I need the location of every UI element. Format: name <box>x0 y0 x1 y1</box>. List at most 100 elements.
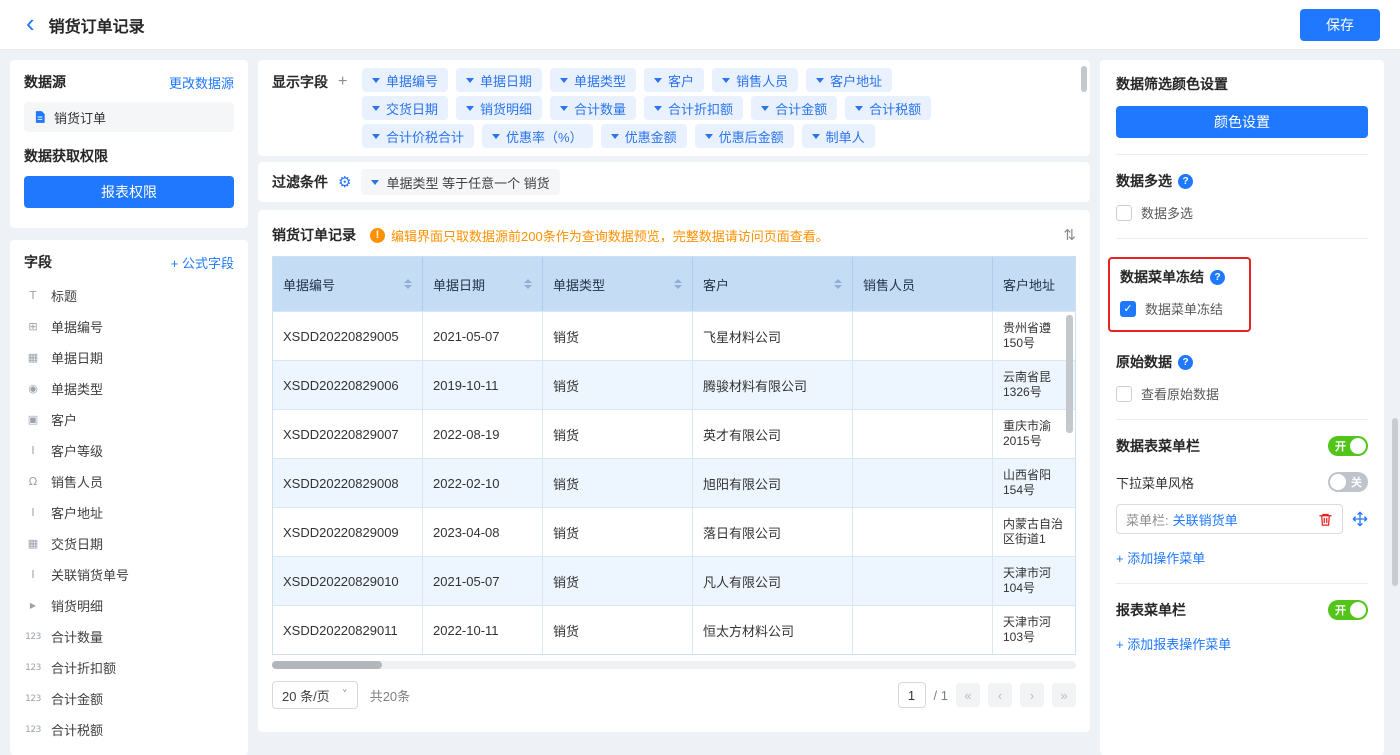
menu-freeze-title: 数据菜单冻结 <box>1120 267 1204 287</box>
help-icon[interactable]: ? <box>1210 270 1225 285</box>
help-icon[interactable]: ? <box>1178 174 1193 189</box>
column-header-type[interactable]: 单据类型 <box>543 257 693 311</box>
display-field-chip[interactable]: 交货日期 <box>362 96 448 120</box>
field-item-salesperson[interactable]: Ω销售人员 <box>24 466 234 497</box>
display-field-chip[interactable]: 合计金额 <box>751 96 837 120</box>
display-field-chip[interactable]: 合计税额 <box>845 96 931 120</box>
menu-item-field[interactable]: 菜单栏: 关联销货单 <box>1116 504 1343 534</box>
datasource-panel: 数据源 更改数据源 销货订单 数据获取权限 报表权限 <box>10 60 248 228</box>
display-field-chip[interactable]: 客户地址 <box>806 68 892 92</box>
display-field-chip[interactable]: 优惠率（%） <box>482 124 593 148</box>
display-field-chip[interactable]: 客户 <box>644 68 704 92</box>
change-datasource-link[interactable]: 更改数据源 <box>169 73 234 92</box>
field-item-total-qty[interactable]: 123合计数量 <box>24 621 234 652</box>
filter-condition-chip[interactable]: 单据类型 等于任意一个 销货 <box>361 169 559 195</box>
checkbox-unchecked[interactable] <box>1116 386 1132 402</box>
multi-select-checkbox-row[interactable]: 数据多选 <box>1116 203 1368 222</box>
sort-order-icon[interactable]: ⇅ <box>1063 226 1076 244</box>
cell-address: 重庆市渝 2015号 <box>993 410 1075 458</box>
gear-icon[interactable]: ⚙ <box>338 173 351 191</box>
add-display-field-button[interactable]: + <box>338 73 347 91</box>
checkbox-checked[interactable]: ✓ <box>1120 301 1136 317</box>
horizontal-scrollbar[interactable] <box>272 661 1076 669</box>
column-header-customer[interactable]: 客户 <box>693 257 853 311</box>
table-row[interactable]: XSDD20220829010 2021-05-07 销货 凡人有限公司 天津市… <box>273 556 1075 605</box>
field-item-total-tax[interactable]: 123合计税额 <box>24 714 234 745</box>
add-report-action-menu-link[interactable]: + 添加报表操作菜单 <box>1116 634 1231 653</box>
scrollbar-thumb[interactable] <box>272 661 382 669</box>
display-field-chip[interactable]: 合计折扣额 <box>644 96 743 120</box>
color-settings-button[interactable]: 颜色设置 <box>1116 106 1368 138</box>
add-formula-field-link[interactable]: + 公式字段 <box>171 253 234 272</box>
table-row[interactable]: XSDD20220829009 2023-04-08 销货 落日有限公司 内蒙古… <box>273 507 1075 556</box>
cell-address: 天津市河 104号 <box>993 557 1075 605</box>
display-field-chip[interactable]: 优惠金额 <box>601 124 687 148</box>
next-page-button[interactable]: › <box>1020 683 1044 707</box>
report-menu-bar-toggle[interactable]: 开 <box>1328 600 1368 620</box>
display-field-chip[interactable]: 优惠后金额 <box>695 124 794 148</box>
report-permission-button[interactable]: 报表权限 <box>24 176 234 208</box>
page-scrollbar[interactable] <box>1392 418 1398 586</box>
prev-page-button[interactable]: ‹ <box>988 683 1012 707</box>
data-table: 单据编号 单据日期 单据类型 客户 销售人员 客户地址 XSDD20220829… <box>272 256 1076 655</box>
menu-freeze-checkbox-row[interactable]: ✓ 数据菜单冻结 <box>1120 299 1225 318</box>
first-page-button[interactable]: « <box>956 683 980 707</box>
table-row[interactable]: XSDD20220829005 2021-05-07 销货 飞星材料公司 贵州省… <box>273 311 1075 360</box>
field-item-customer[interactable]: ▣客户 <box>24 404 234 435</box>
text-icon: I <box>24 506 42 519</box>
field-item-doc-number[interactable]: ⊞单据编号 <box>24 311 234 342</box>
display-field-chip[interactable]: 单据编号 <box>362 68 448 92</box>
page-size-select[interactable]: 20 条/页 ˅ <box>272 681 358 709</box>
table-row[interactable]: XSDD20220829008 2022-02-10 销货 旭阳有限公司 山西省… <box>273 458 1075 507</box>
field-item-total-discount[interactable]: 123合计折扣额 <box>24 652 234 683</box>
checkbox-unchecked[interactable] <box>1116 205 1132 221</box>
field-item-total-amount[interactable]: 123合计金额 <box>24 683 234 714</box>
datasource-item[interactable]: 销货订单 <box>24 102 234 132</box>
move-icon[interactable] <box>1352 511 1368 527</box>
field-item-sales-detail[interactable]: ▶销货明细 <box>24 590 234 621</box>
add-action-menu-link[interactable]: + 添加操作菜单 <box>1116 548 1205 567</box>
help-icon[interactable]: ? <box>1178 355 1193 370</box>
field-item-customer-level[interactable]: I客户等级 <box>24 435 234 466</box>
field-item-customer-address[interactable]: I客户地址 <box>24 497 234 528</box>
current-page-input[interactable]: 1 <box>898 682 926 708</box>
table-menu-bar-toggle[interactable]: 开 <box>1328 436 1368 456</box>
scrollbar[interactable] <box>1081 66 1087 92</box>
column-header-doc-no[interactable]: 单据编号 <box>273 257 423 311</box>
column-header-address[interactable]: 客户地址 <box>993 257 1075 311</box>
display-field-chip[interactable]: 销售人员 <box>712 68 798 92</box>
cell-salesperson <box>853 606 993 654</box>
cell-customer: 飞星材料公司 <box>693 312 853 360</box>
display-field-chip[interactable]: 单据类型 <box>550 68 636 92</box>
cell-date: 2023-04-08 <box>423 508 543 556</box>
table-row[interactable]: XSDD20220829007 2022-08-19 销货 英才有限公司 重庆市… <box>273 409 1075 458</box>
field-item-doc-type[interactable]: ◉单据类型 <box>24 373 234 404</box>
delete-icon[interactable] <box>1318 512 1333 527</box>
field-item-related-order-no[interactable]: I关联销货单号 <box>24 559 234 590</box>
field-item-title[interactable]: T标题 <box>24 280 234 311</box>
menu-item-value[interactable]: 关联销货单 <box>1173 510 1238 529</box>
display-field-chip[interactable]: 制单人 <box>802 124 875 148</box>
field-item-doc-date[interactable]: ▦单据日期 <box>24 342 234 373</box>
column-header-salesperson[interactable]: 销售人员 <box>853 257 993 311</box>
display-field-chip[interactable]: 单据日期 <box>456 68 542 92</box>
dropdown-style-toggle[interactable]: 关 <box>1328 472 1368 492</box>
file-icon <box>33 110 47 124</box>
back-button[interactable]: ‹ <box>26 12 35 34</box>
save-button[interactable]: 保存 <box>1300 9 1380 41</box>
display-field-chip[interactable]: 合计数量 <box>550 96 636 120</box>
cell-doc-no: XSDD20220829008 <box>273 459 423 507</box>
cell-salesperson <box>853 459 993 507</box>
table-row[interactable]: XSDD20220829011 2022-10-11 销货 恒太方材料公司 天津… <box>273 605 1075 654</box>
table-row[interactable]: XSDD20220829006 2019-10-11 销货 腾骏材料有限公司 云… <box>273 360 1075 409</box>
last-page-button[interactable]: » <box>1052 683 1076 707</box>
divider <box>1116 419 1368 420</box>
scrollbar[interactable] <box>1066 315 1073 433</box>
raw-data-checkbox-row[interactable]: 查看原始数据 <box>1116 384 1368 403</box>
column-header-date[interactable]: 单据日期 <box>423 257 543 311</box>
field-item-delivery-date[interactable]: ▦交货日期 <box>24 528 234 559</box>
cell-address: 内蒙古自治 区街道1 <box>993 508 1075 556</box>
menu-freeze-highlight-box: 数据菜单冻结 ? ✓ 数据菜单冻结 <box>1108 257 1251 332</box>
display-field-chip[interactable]: 销货明细 <box>456 96 542 120</box>
display-field-chip[interactable]: 合计价税合计 <box>362 124 474 148</box>
